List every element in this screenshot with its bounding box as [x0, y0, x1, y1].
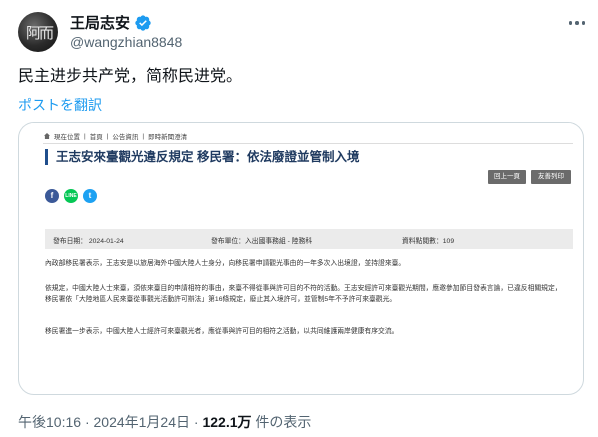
view-total: 122.1万 — [202, 414, 252, 430]
article-title: 王志安來臺觀光違反規定 移民署：依法廢證並管制入境 — [45, 149, 359, 165]
facebook-icon: f — [45, 189, 59, 203]
breadcrumb-separator: | — [84, 132, 86, 140]
footer-separator: · — [193, 414, 199, 430]
breadcrumb-item: 首頁 — [89, 134, 103, 141]
breadcrumb: 現在位置 | 首頁 | 公告資訊 | 即時新聞澄清 — [44, 131, 187, 141]
publish-date: 發布日期： 2024-01-24 — [53, 238, 124, 245]
breadcrumb-separator: | — [106, 132, 109, 140]
tweet-footer: 午後10:16 · 2024年1月24日 · 122.1万 件の表示 — [18, 412, 311, 432]
post-time[interactable]: 午後10:16 — [18, 414, 81, 430]
article-paragraph: 移民署進一步表示，中國大陸人士經許可來臺觀光者，應從事與許可目的相符之活動，以共… — [45, 328, 399, 335]
line-icon: LINE — [64, 189, 78, 203]
author-name-row: 王局志安 — [70, 12, 152, 33]
views-label: 件の表示 — [255, 414, 312, 430]
breadcrumb-item: 即時新聞澄清 — [148, 134, 188, 141]
avatar[interactable]: 阿而 — [18, 12, 58, 52]
author-handle[interactable]: @wangzhian8848 — [70, 34, 182, 50]
avatar-glyph: 阿而 — [26, 24, 54, 42]
attached-image[interactable]: 現在位置 | 首頁 | 公告資訊 | 即時新聞澄清 王志安來臺觀光違反規定 移民… — [18, 122, 584, 395]
more-options-icon[interactable] — [566, 12, 588, 34]
breadcrumb-item: 公告資訊 — [112, 134, 139, 141]
footer-separator: · — [84, 414, 90, 430]
divider — [43, 143, 573, 144]
screenshot-page: 現在位置 | 首頁 | 公告資訊 | 即時新聞澄清 王志安來臺觀光違反規定 移民… — [31, 123, 573, 393]
article-paragraph: 依規定，中國大陸人士來臺，須依來臺目的申請相符的事由，來臺不得從事與許可目的不符… — [45, 285, 562, 303]
article-paragraph: 內政部移民署表示，王志安是以旅居海外中國大陸人士身分，向移民署申請觀光事由的一年… — [45, 260, 406, 267]
view-count: 資料點閱數：109 — [402, 238, 455, 245]
display-name[interactable]: 王局志安 — [70, 12, 130, 33]
tweet-text: 民主进步共产党，简称民进党。 — [18, 68, 243, 85]
home-icon — [44, 133, 50, 139]
back-button: 回上一頁 — [488, 170, 526, 184]
publish-unit: 發布單位：入出國事務組 - 陸務科 — [211, 238, 313, 245]
post-date[interactable]: 2024年1月24日 — [94, 414, 191, 430]
print-button: 友善列印 — [531, 170, 571, 184]
twitter-icon: t — [83, 189, 97, 203]
breadcrumb-separator: | — [142, 132, 145, 140]
verified-badge-icon — [135, 14, 151, 31]
article-meta-bar: 發布日期： 2024-01-24 發布單位：入出國事務組 - 陸務科 資料點閱數… — [45, 229, 573, 249]
translate-link[interactable]: ポストを翻訳 — [18, 95, 102, 115]
breadcrumb-item: 現在位置 — [54, 134, 80, 141]
